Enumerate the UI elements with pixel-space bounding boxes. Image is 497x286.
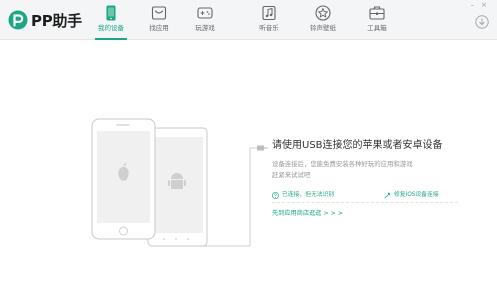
app-title: PP助手 <box>31 11 82 30</box>
browse-app-store-link[interactable]: 先到应用商店逛逛 > > > <box>272 210 343 218</box>
android-phone <box>147 127 208 247</box>
phone-icon <box>106 5 116 21</box>
usb-plug <box>257 145 264 151</box>
iphone <box>91 118 156 240</box>
app-logo: PP助手 <box>8 9 82 31</box>
ringtone-wallpaper-icon <box>315 5 331 21</box>
tab-music[interactable]: 听音乐 <box>248 0 290 40</box>
tab-label: 找应用 <box>149 24 169 32</box>
pp-logo-icon <box>8 10 28 30</box>
tab-toolbox[interactable]: 工具箱 <box>356 0 398 40</box>
question-circle-icon <box>272 191 279 199</box>
main-content: 请使用USB连接您的苹果或者安卓设备 设备连接后，您能免费安装各种好玩的应用和游… <box>0 41 497 286</box>
app-store-icon <box>151 6 167 20</box>
tab-find-apps[interactable]: 找应用 <box>138 0 180 40</box>
tab-label: 玩游戏 <box>195 24 215 32</box>
tab-my-device[interactable]: 我的设备 <box>90 0 132 40</box>
status-right-label: 修复iOS设备连接 <box>394 192 439 198</box>
connect-heading: 请使用USB连接您的苹果或者安卓设备 <box>272 140 443 151</box>
top-toolbar: PP助手 我的设备 找应用 玩游戏 听音乐 铃声壁纸 工具箱 – × <box>0 0 497 40</box>
status-left-label: 已连接，但无法识别 <box>282 192 335 198</box>
connect-description: 设备连接后，您能免费安装各种好玩的应用和游戏 赶紧来试试吧 <box>272 159 472 181</box>
toolbox-icon <box>369 6 385 20</box>
wrench-icon <box>384 192 391 198</box>
tab-label: 铃声壁纸 <box>310 24 336 32</box>
cannot-recognize-link[interactable]: 已连接，但无法识别 <box>272 191 334 199</box>
window-controls: – × <box>471 1 487 9</box>
tab-ringtones-wallpapers[interactable]: 铃声壁纸 <box>302 0 344 40</box>
gamepad-icon <box>197 7 213 19</box>
music-icon <box>262 5 276 21</box>
tab-label: 听音乐 <box>259 24 279 32</box>
tab-label: 我的设备 <box>98 24 124 32</box>
description-line: 设备连接后，您能免费安装各种好玩的应用和游戏 <box>272 160 413 168</box>
tab-label: 工具箱 <box>367 24 387 32</box>
connection-help-row: 已连接，但无法识别 修复iOS设备连接 <box>272 189 458 203</box>
close-button[interactable]: × <box>481 1 487 9</box>
fix-ios-connection-link[interactable]: 修复iOS设备连接 <box>384 191 439 199</box>
app-window: PP助手 我的设备 找应用 玩游戏 听音乐 铃声壁纸 工具箱 – × 请使用US… <box>0 0 497 286</box>
download-icon[interactable] <box>475 15 489 29</box>
minimize-button[interactable]: – <box>471 1 475 9</box>
tab-games[interactable]: 玩游戏 <box>184 0 226 40</box>
description-line: 赶紧来试试吧 <box>272 171 311 179</box>
